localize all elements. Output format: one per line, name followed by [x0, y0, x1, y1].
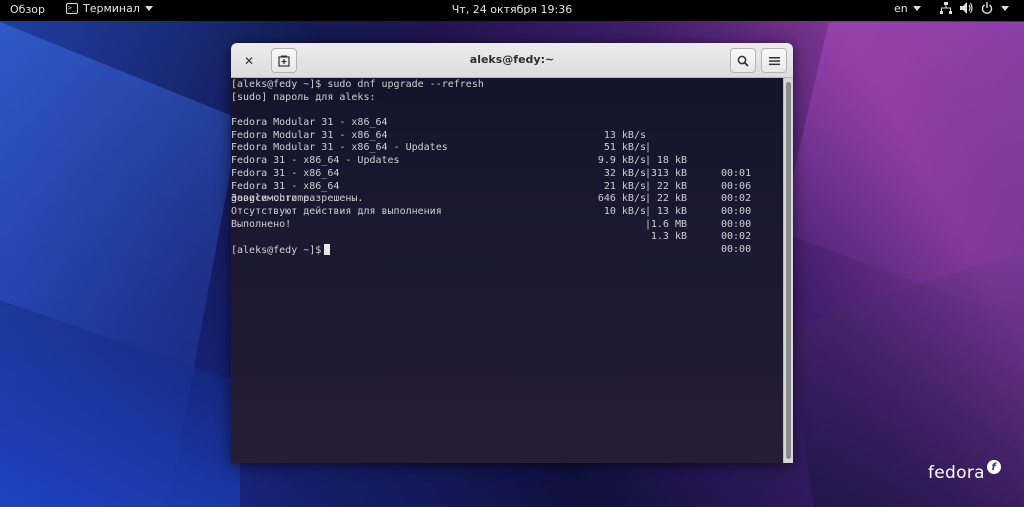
repo-line: Fedora Modular 31 - x86_64 51 kB/s | 313…: [231, 129, 752, 192]
power-icon: [981, 2, 993, 14]
terminal-line: [sudo] пароль для aleks:: [231, 91, 376, 103]
repo-line: Fedora 31 - x86_64 646 kB/s | 1.6 MB 00:…: [231, 180, 752, 243]
system-menu[interactable]: [940, 2, 1009, 14]
terminal-window[interactable]: ✕ aleks@fedy:~ [aleks@fedy ~]$ sudo dnf …: [231, 43, 793, 463]
repo-line: Fedora 31 - x86_64 21 kB/s | 13 kB 00:00: [231, 167, 752, 230]
language-indicator[interactable]: en: [894, 2, 921, 15]
volume-icon: [960, 2, 973, 14]
chevron-down-icon: [1001, 5, 1009, 11]
fedora-logo: fedora f: [928, 460, 1001, 483]
window-title: aleks@fedy:~: [469, 53, 555, 66]
prompt-line[interactable]: [aleks@fedy ~]$: [231, 231, 783, 256]
fedora-mark-icon: f: [986, 460, 1001, 474]
repo-line: Fedora Modular 31 - x86_64 13 kB/s | 18 …: [231, 117, 752, 179]
repo-line: google-chrome 10 kB/s | 1.3 kB 00:00: [231, 193, 752, 256]
search-icon: [737, 55, 749, 67]
shell-prompt: [aleks@fedy ~]$: [231, 244, 322, 256]
terminal-line: Зависимости разрешены.: [231, 193, 364, 205]
terminal-line: Выполнено!: [231, 218, 292, 230]
header-bar[interactable]: ✕ aleks@fedy:~: [231, 43, 793, 78]
fedora-logo-text: fedora: [928, 463, 985, 483]
clock[interactable]: Чт, 24 октября 19:36: [0, 3, 1024, 16]
language-label: en: [894, 2, 908, 15]
menu-button[interactable]: [761, 48, 787, 73]
terminal-line: [aleks@fedy ~]$ sudo dnf upgrade --refre…: [231, 79, 484, 90]
repo-time: 00:00: [721, 244, 752, 256]
top-bar: Обзор >_ Терминал Чт, 24 октября 19:36 e…: [0, 0, 1024, 21]
hamburger-icon: [768, 56, 780, 65]
text-cursor: [324, 243, 331, 255]
repo-line: Fedora Modular 31 - x86_64 - Updates 9.9…: [231, 142, 752, 205]
terminal-output[interactable]: [aleks@fedy ~]$ sudo dnf upgrade --refre…: [231, 78, 783, 463]
network-icon: [940, 2, 952, 14]
scrollbar-thumb[interactable]: [786, 82, 791, 459]
repo-line: Fedora 31 - x86_64 - Updates 32 kB/s | 2…: [231, 155, 752, 217]
search-button[interactable]: [730, 48, 756, 73]
terminal-line: Отсутствуют действия для выполнения: [231, 205, 442, 217]
chevron-down-icon: [912, 6, 921, 11]
scrollbar[interactable]: [783, 78, 793, 463]
